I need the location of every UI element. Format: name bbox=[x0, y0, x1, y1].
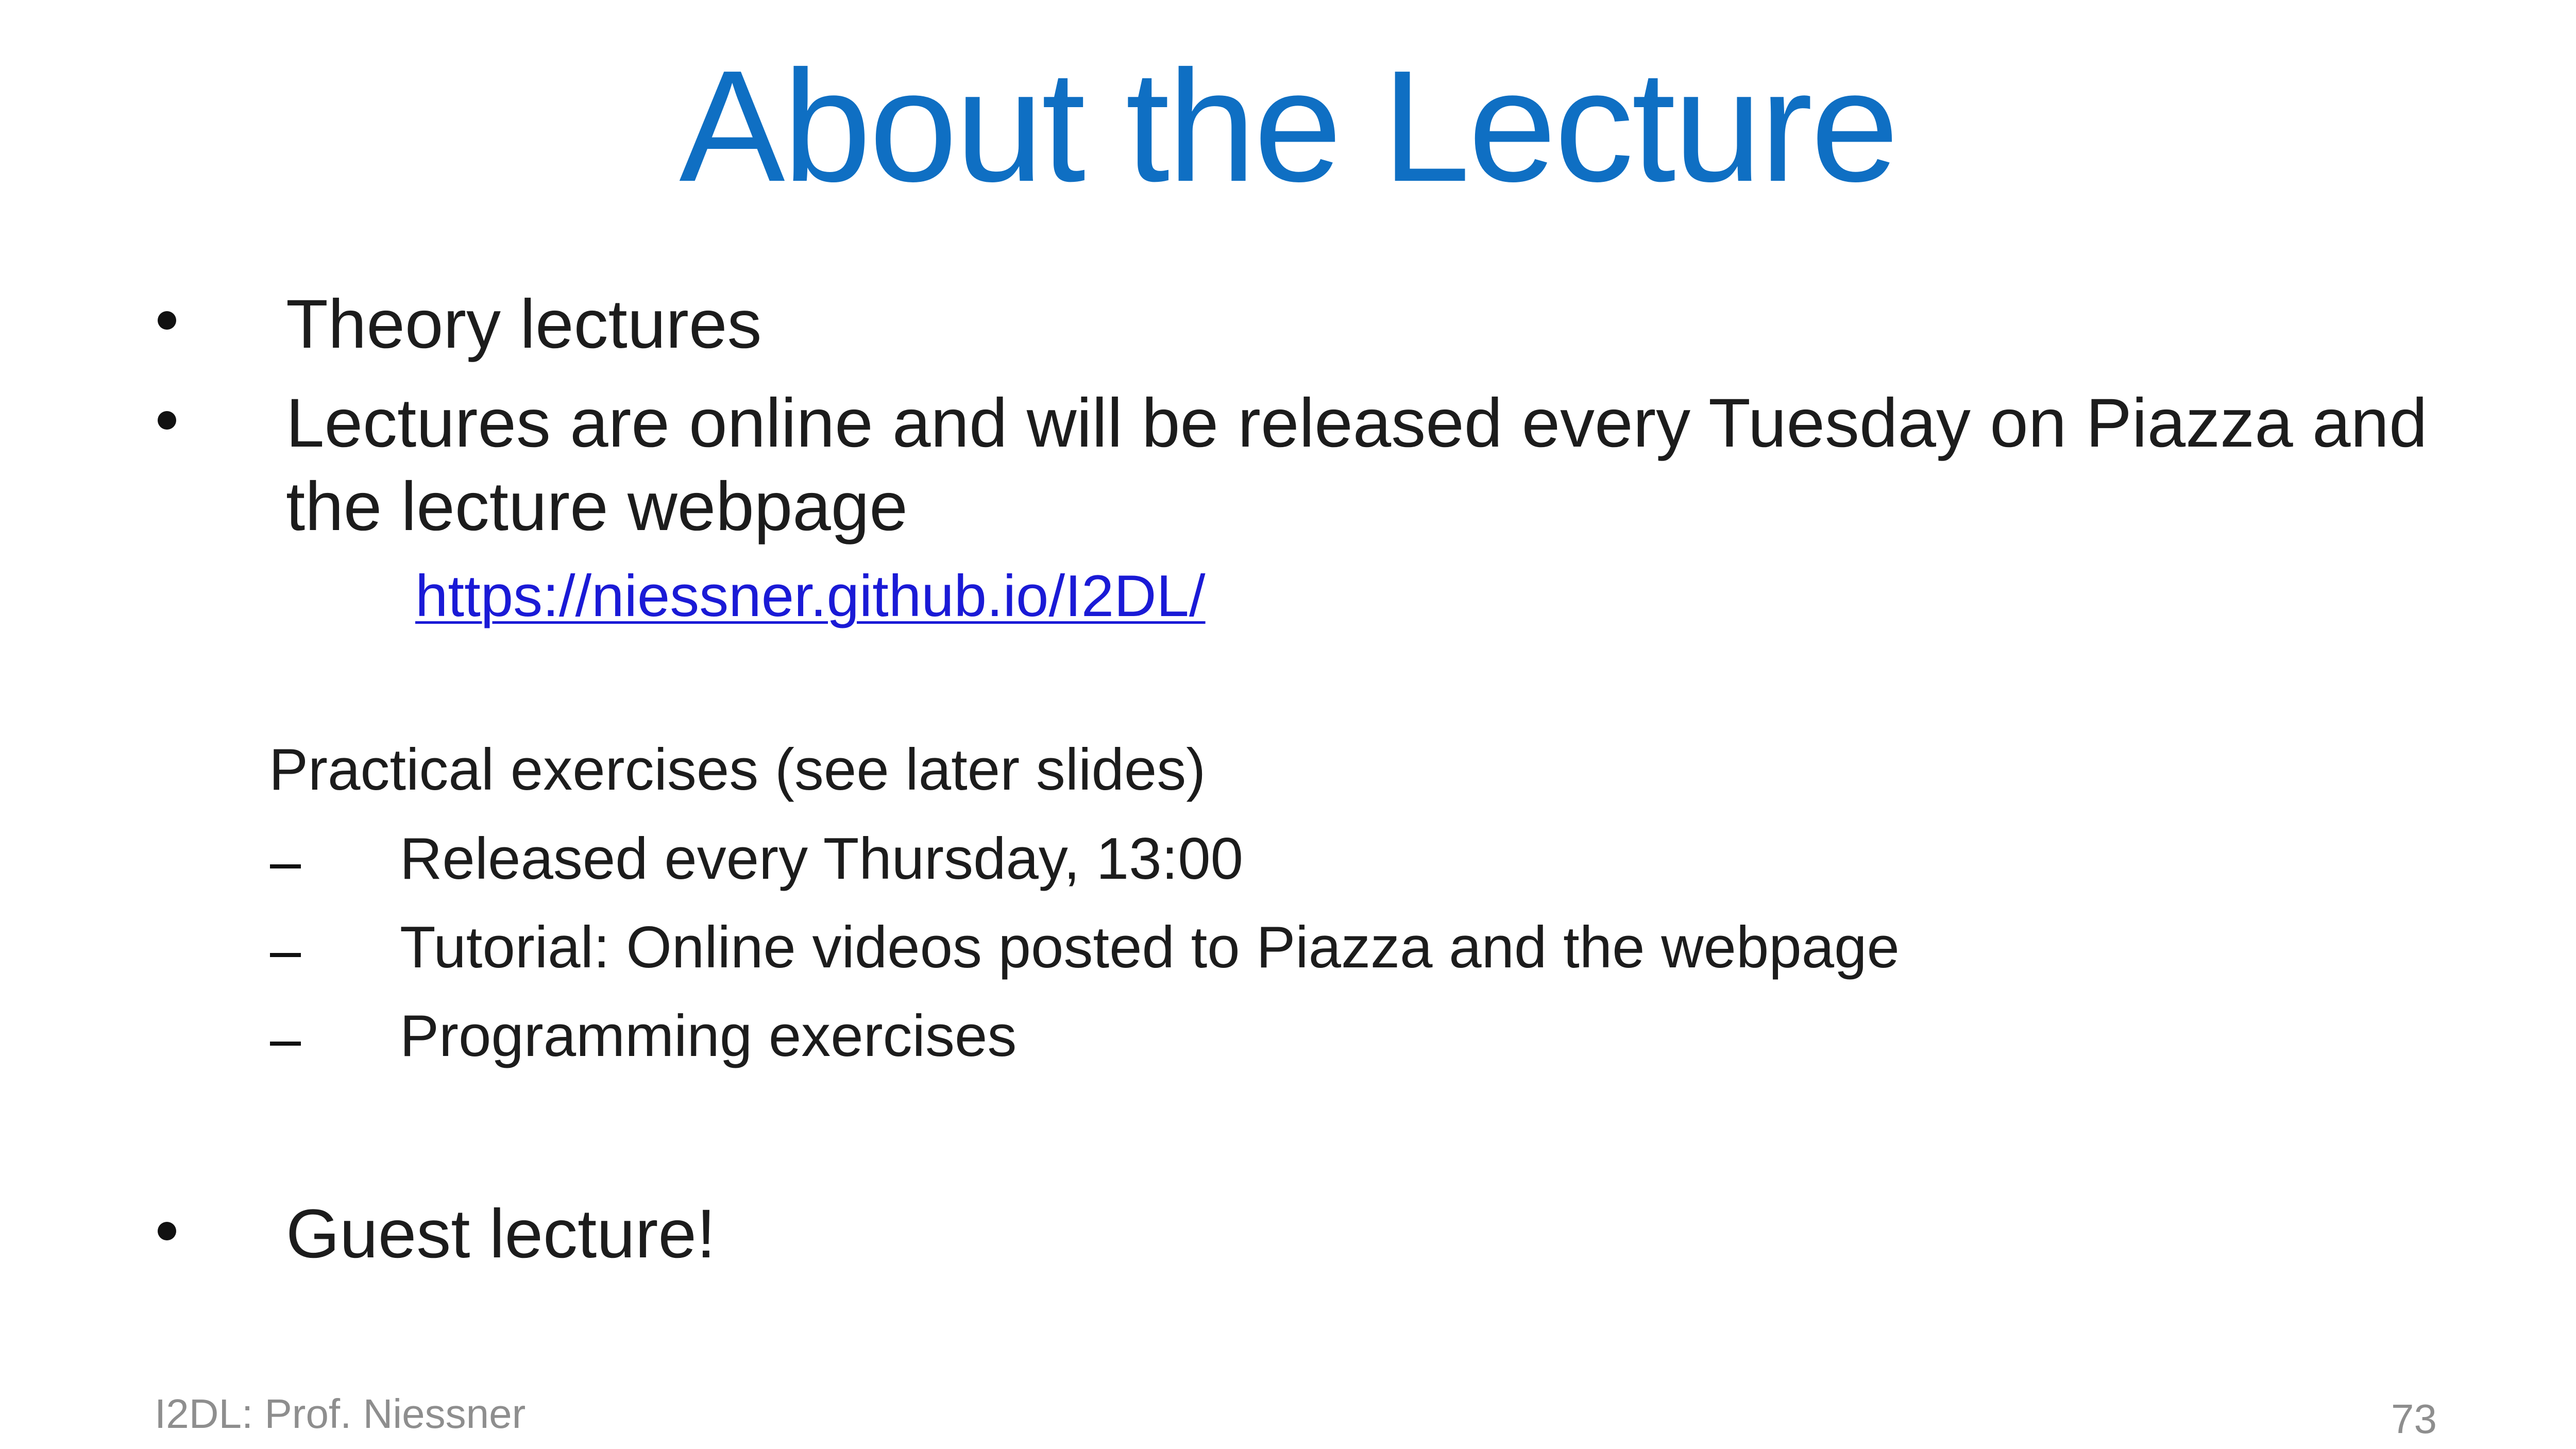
dash-icon bbox=[270, 1042, 301, 1046]
bullet-icon bbox=[158, 411, 204, 457]
bullet-theory-lectures: Theory lectures bbox=[286, 286, 762, 363]
practical-exercises-heading: Practical exercises (see later slides) bbox=[269, 737, 1206, 803]
practical-item-programming: Programming exercises bbox=[400, 1003, 1017, 1069]
page-number: 73 bbox=[2391, 1396, 2437, 1442]
slide: { "slide": { "title": "About the Lecture… bbox=[0, 0, 2576, 1449]
dash-icon bbox=[270, 953, 301, 957]
footer-course-label: I2DL: Prof. Niessner bbox=[155, 1391, 526, 1437]
practical-item-released: Released every Thursday, 13:00 bbox=[400, 826, 1244, 892]
dash-icon bbox=[270, 864, 301, 868]
bullet-guest-lecture: Guest lecture! bbox=[286, 1196, 716, 1272]
slide-title: About the Lecture bbox=[679, 38, 1899, 215]
lecture-webpage-link[interactable]: https://niessner.github.io/I2DL/ bbox=[415, 560, 1206, 633]
bullet-lectures-online-line2: the lecture webpage bbox=[286, 468, 908, 545]
bullet-icon bbox=[158, 1222, 204, 1268]
bullet-lectures-online-line1: Lectures are online and will be released… bbox=[286, 385, 2428, 462]
bullet-icon bbox=[158, 311, 204, 357]
practical-item-tutorial: Tutorial: Online videos posted to Piazza… bbox=[400, 915, 1900, 980]
